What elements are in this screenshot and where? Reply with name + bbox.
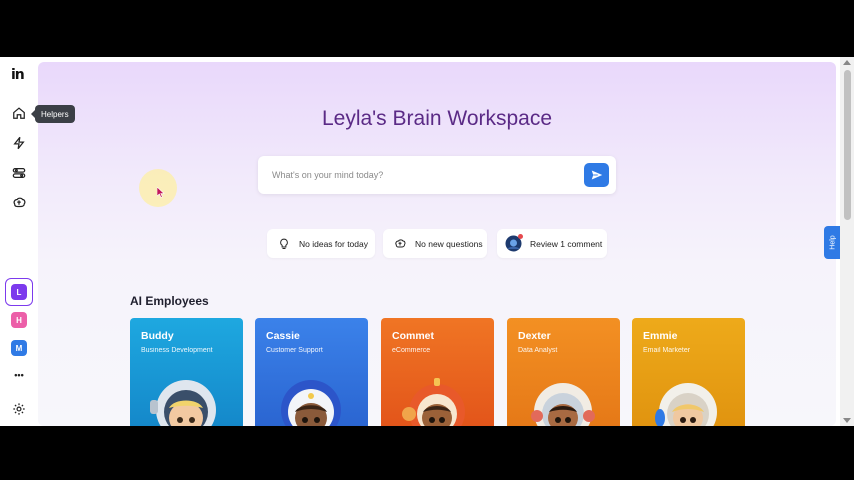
character-illustration xyxy=(402,378,465,426)
employee-role: eCommerce xyxy=(392,347,431,354)
gear-icon[interactable] xyxy=(7,397,31,421)
send-button[interactable] xyxy=(584,163,609,187)
character-illustration xyxy=(655,383,717,426)
employee-card-cassie[interactable]: Cassie Customer Support xyxy=(255,318,368,426)
ideas-chip[interactable]: No ideas for today xyxy=(267,229,375,258)
lightbulb-icon xyxy=(277,237,291,251)
brain-icon xyxy=(393,237,407,251)
lightning-icon[interactable] xyxy=(7,131,31,155)
employee-role: Business Development xyxy=(141,347,213,354)
more-icon[interactable]: ••• xyxy=(7,363,31,387)
helpers-tooltip: Helpers xyxy=(31,105,75,123)
page-title: Leyla's Brain Workspace xyxy=(321,107,553,130)
scroll-thumb[interactable] xyxy=(844,70,851,220)
sidebar: in Helpers L H M ••• xyxy=(0,57,75,426)
chip-label: No ideas for today xyxy=(299,238,368,249)
employee-name: Dexter xyxy=(518,330,551,342)
questions-chip[interactable]: No new questions xyxy=(383,229,487,258)
chip-label: No new questions xyxy=(415,238,483,249)
send-icon xyxy=(591,170,602,180)
workspace-m[interactable]: M xyxy=(11,340,27,356)
notification-dot xyxy=(518,234,523,239)
employee-role: Email Marketer xyxy=(643,347,691,354)
character-illustration xyxy=(281,380,341,426)
character-illustration xyxy=(531,383,595,426)
chip-label: Review 1 comment xyxy=(530,238,603,249)
workspace-h[interactable]: H xyxy=(11,312,27,328)
search-box xyxy=(258,156,616,194)
employee-card-buddy[interactable]: Buddy Business Development xyxy=(130,318,243,426)
employee-name: Buddy xyxy=(141,330,174,342)
main-panel: Leyla's Brain Workspace No ideas for tod… xyxy=(38,62,836,426)
search-input[interactable] xyxy=(272,166,572,184)
employee-name: Cassie xyxy=(266,330,300,342)
avatar-icon xyxy=(505,234,523,252)
brain-icon[interactable] xyxy=(7,191,31,215)
cursor-icon xyxy=(157,187,165,198)
app-window: in Helpers L H M ••• Leyla's Brain Works… xyxy=(0,57,854,426)
employee-card-emmie[interactable]: Emmie Email Marketer xyxy=(632,318,745,426)
home-icon[interactable] xyxy=(7,101,31,125)
employee-role: Data Analyst xyxy=(518,347,558,354)
character-illustration xyxy=(150,380,216,426)
review-chip[interactable]: Review 1 comment xyxy=(497,229,607,258)
employee-card-dexter[interactable]: Dexter Data Analyst xyxy=(507,318,620,426)
scroll-down-arrow[interactable] xyxy=(843,418,851,423)
app-logo[interactable]: in xyxy=(11,67,25,83)
employee-name: Emmie xyxy=(643,330,678,342)
toggles-icon[interactable] xyxy=(7,161,31,185)
employee-role: Customer Support xyxy=(266,347,323,354)
workspace-l[interactable]: L xyxy=(11,284,27,300)
help-label: Help xyxy=(830,235,837,250)
employee-name: Commet xyxy=(392,330,435,342)
scroll-up-arrow[interactable] xyxy=(843,60,851,65)
section-title: AI Employees xyxy=(130,294,209,308)
scrollbar[interactable] xyxy=(840,57,854,426)
employee-card-commet[interactable]: Commet eCommerce xyxy=(381,318,494,426)
